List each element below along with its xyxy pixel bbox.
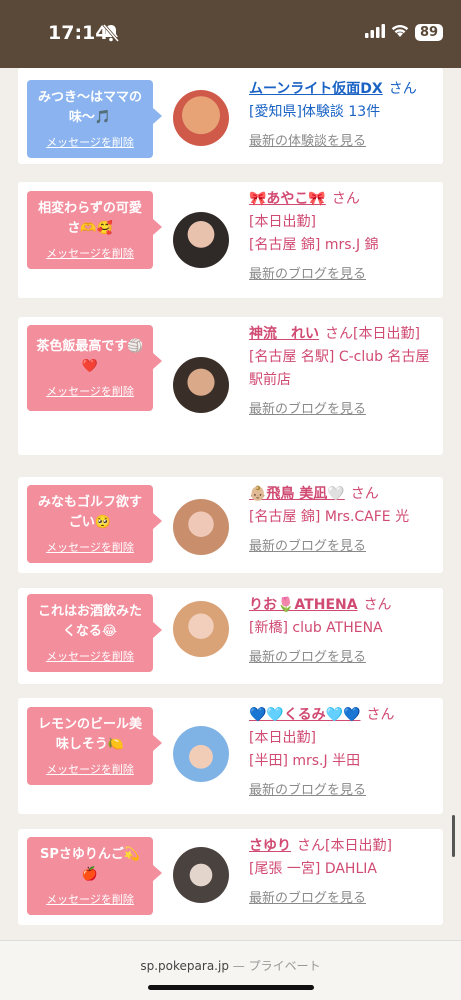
user-name-link[interactable]: さゆり [249,838,291,854]
honorific: さん [388,81,417,97]
avatar[interactable] [173,499,229,555]
user-name-link[interactable]: 神流 れい [249,326,319,342]
detail-line: [名古屋 錦] mrs.J 錦 [249,237,379,253]
delete-message-link[interactable]: メッセージを削除 [33,539,147,555]
user-name-link[interactable]: ムーンライト仮面DX [249,81,383,97]
user-info: 🎀あやこ🎀 さん [本日出勤] [名古屋 錦] mrs.J 錦 最新のブログを見る [249,188,437,286]
latest-post-link[interactable]: 最新のブログを見る [249,263,437,286]
message-text: 茶色飯最高です🏐❤️ [36,339,144,374]
list-item: レモンのビール美味しそう🍋 メッセージを削除 💙🩵くるみ🩵💙 さん [本日出勤] … [18,698,443,814]
bell-muted-icon [102,24,120,46]
private-mode-label: プライベート [248,959,321,973]
detail-line: [名古屋 錦] Mrs.CAFE 光 [249,509,410,525]
user-name-link[interactable]: 👶🏼飛鳥 美凪🤍 [249,486,345,502]
message-bubble: レモンのビール美味しそう🍋 メッセージを削除 [27,707,162,785]
scrollbar[interactable] [452,815,455,857]
user-info: 💙🩵くるみ🩵💙 さん [本日出勤] [半田] mrs.J 半田 最新のブログを見る [249,704,437,802]
latest-post-link[interactable]: 最新のブログを見る [249,887,437,910]
message-bubble: みつき〜はママの味〜🎵 メッセージを削除 [27,80,162,158]
user-info: 👶🏼飛鳥 美凪🤍 さん [名古屋 錦] Mrs.CAFE 光 最新のブログを見る [249,483,437,558]
user-info: さゆり さん[本日出勤] [尾張 一宮] DAHLIA 最新のブログを見る [249,835,437,910]
message-bubble: SPさゆりんご💫🍎 メッセージを削除 [27,837,162,915]
latest-post-link[interactable]: 最新の体験談を見る [249,130,437,153]
message-list: みつき〜はママの味〜🎵 メッセージを削除 ムーンライト仮面DX さん [愛知県]体… [0,68,461,940]
message-text: レモンのビール美味しそう🍋 [37,717,142,752]
message-text: みなもゴルフ欲すごい🥺 [37,495,142,530]
user-info: りお🌷ATHENA さん [新橋] club ATHENA 最新のブログを見る [249,594,437,669]
user-name-link[interactable]: 🎀あやこ🎀 [249,191,326,207]
status-bar: 17:14 89 [0,0,461,68]
latest-post-link[interactable]: 最新のブログを見る [249,535,437,558]
latest-post-link[interactable]: 最新のブログを見る [249,779,437,802]
honorific: さん[本日出勤] [297,838,392,854]
user-info: 神流 れい さん[本日出勤] [名古屋 名駅] C-club 名古屋駅前店 最新の… [249,323,437,421]
detail-line: [名古屋 名駅] C-club 名古屋駅前店 [249,349,430,388]
delete-message-link[interactable]: メッセージを削除 [33,648,147,664]
avatar[interactable] [173,601,229,657]
delete-message-link[interactable]: メッセージを削除 [33,761,147,777]
battery-indicator: 89 [415,24,443,41]
message-text: 相変わらずの可愛さ🫶🥰 [38,201,142,236]
delete-message-link[interactable]: メッセージを削除 [33,383,147,399]
honorific: さん[本日出勤] [325,326,420,342]
avatar[interactable] [173,726,229,782]
message-bubble: 茶色飯最高です🏐❤️ メッセージを削除 [27,325,162,411]
message-bubble: これはお酒飲みたくなる😂 メッセージを削除 [27,594,162,672]
detail-line: [半田] mrs.J 半田 [249,753,361,769]
list-item: 茶色飯最高です🏐❤️ メッセージを削除 神流 れい さん[本日出勤] [名古屋 名… [18,317,443,455]
wifi-icon [391,23,409,42]
browser-bottom-bar: sp.pokepara.jp — プライベート [0,940,461,1000]
detail-line: [尾張 一宮] DAHLIA [249,861,377,877]
detail-line: [本日出勤] [249,214,316,230]
message-text: SPさゆりんご💫🍎 [39,847,141,882]
avatar[interactable] [173,847,229,903]
user-info: ムーンライト仮面DX さん [愛知県]体験談 13件 最新の体験談を見る [249,78,437,153]
honorific: さん [350,486,379,502]
status-time: 17:14 [48,22,109,44]
honorific: さん [331,191,360,207]
url-domain: sp.pokepara.jp [140,959,229,973]
home-indicator[interactable] [148,985,314,990]
avatar[interactable] [173,357,229,413]
list-item: 相変わらずの可愛さ🫶🥰 メッセージを削除 🎀あやこ🎀 さん [本日出勤] [名古屋… [18,182,443,298]
url-separator: — [232,959,245,973]
delete-message-link[interactable]: メッセージを削除 [33,891,147,907]
delete-message-link[interactable]: メッセージを削除 [33,134,147,150]
user-name-link[interactable]: 💙🩵くるみ🩵💙 [249,707,360,723]
message-text: みつき〜はママの味〜🎵 [37,90,142,125]
delete-message-link[interactable]: メッセージを削除 [33,245,147,261]
list-item: みなもゴルフ欲すごい🥺 メッセージを削除 👶🏼飛鳥 美凪🤍 さん [名古屋 錦] … [18,477,443,573]
message-text: これはお酒飲みたくなる😂 [37,604,142,639]
detail-line: [本日出勤] [249,730,316,746]
latest-post-link[interactable]: 最新のブログを見る [249,646,437,669]
honorific: さん [363,597,392,613]
message-bubble: 相変わらずの可愛さ🫶🥰 メッセージを削除 [27,191,162,269]
detail-line: [愛知県]体験談 13件 [249,104,381,120]
honorific: さん [366,707,395,723]
address-bar[interactable]: sp.pokepara.jp — プライベート [0,957,461,974]
detail-line: [新橋] club ATHENA [249,620,383,636]
list-item: SPさゆりんご💫🍎 メッセージを削除 さゆり さん[本日出勤] [尾張 一宮] D… [18,829,443,925]
list-item: みつき〜はママの味〜🎵 メッセージを削除 ムーンライト仮面DX さん [愛知県]体… [18,68,443,164]
user-name-link[interactable]: りお🌷ATHENA [249,597,358,613]
signal-icon [365,23,385,42]
list-item: これはお酒飲みたくなる😂 メッセージを削除 りお🌷ATHENA さん [新橋] c… [18,588,443,684]
latest-post-link[interactable]: 最新のブログを見る [249,398,437,421]
avatar[interactable] [173,90,229,146]
message-bubble: みなもゴルフ欲すごい🥺 メッセージを削除 [27,485,162,563]
avatar[interactable] [173,212,229,268]
